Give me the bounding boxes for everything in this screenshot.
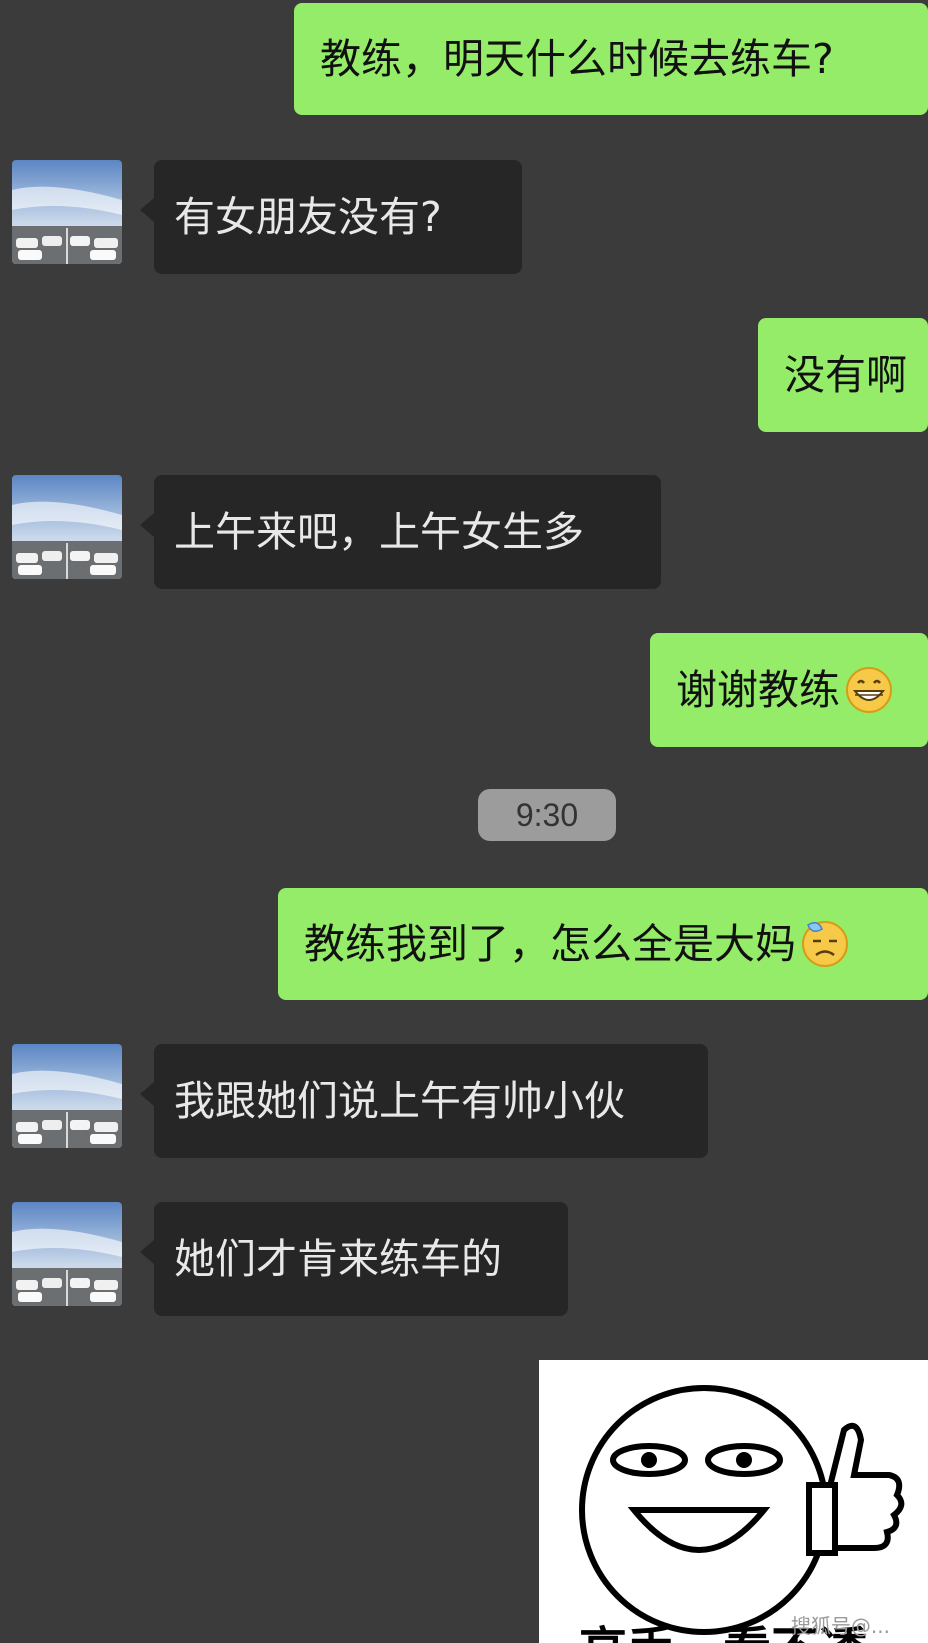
message-text: 谢谢教练 bbox=[676, 665, 840, 714]
chat-area: 教练，明天什么时候去练车? 有女朋友没有? 没有啊 上午来吧，上午女生多 谢谢教… bbox=[0, 0, 928, 1643]
message-bubble-received[interactable]: 我跟她们说上午有帅小伙 bbox=[140, 1044, 708, 1158]
message-bubble-received[interactable]: 有女朋友没有? bbox=[140, 160, 522, 274]
sticker-image[interactable]: 高手，看不透 bbox=[539, 1360, 928, 1643]
thumbs-up-smiley-face-icon bbox=[579, 1385, 905, 1635]
message-bubble-received[interactable]: 她们才肯来练车的 bbox=[140, 1202, 568, 1316]
message-text: 有女朋友没有? bbox=[174, 192, 442, 241]
message-bubble-received[interactable]: 上午来吧，上午女生多 bbox=[140, 475, 661, 589]
message-bubble-sent[interactable]: 教练我到了，怎么全是大妈 bbox=[278, 888, 928, 1000]
message-text: 上午来吧，上午女生多 bbox=[174, 507, 584, 556]
message-text: 她们才肯来练车的 bbox=[174, 1234, 502, 1283]
downcast-sweat-face-icon bbox=[802, 921, 848, 967]
message-text: 我跟她们说上午有帅小伙 bbox=[174, 1076, 625, 1125]
grinning-face-icon bbox=[846, 667, 892, 713]
message-text: 教练，明天什么时候去练车? bbox=[320, 34, 834, 83]
message-bubble-sent[interactable]: 教练，明天什么时候去练车? bbox=[294, 3, 928, 115]
watermark: 搜狐号@... bbox=[790, 1614, 890, 1638]
message-text: 没有啊 bbox=[784, 350, 907, 399]
contact-avatar[interactable] bbox=[12, 160, 122, 264]
timestamp-pill: 9:30 bbox=[478, 789, 616, 841]
message-bubble-sent[interactable]: 谢谢教练 bbox=[650, 633, 928, 747]
message-bubble-sent[interactable]: 没有啊 bbox=[758, 318, 928, 432]
contact-avatar[interactable] bbox=[12, 475, 122, 579]
contact-avatar[interactable] bbox=[12, 1044, 122, 1148]
message-text: 教练我到了，怎么全是大妈 bbox=[304, 919, 796, 968]
contact-avatar[interactable] bbox=[12, 1202, 122, 1306]
